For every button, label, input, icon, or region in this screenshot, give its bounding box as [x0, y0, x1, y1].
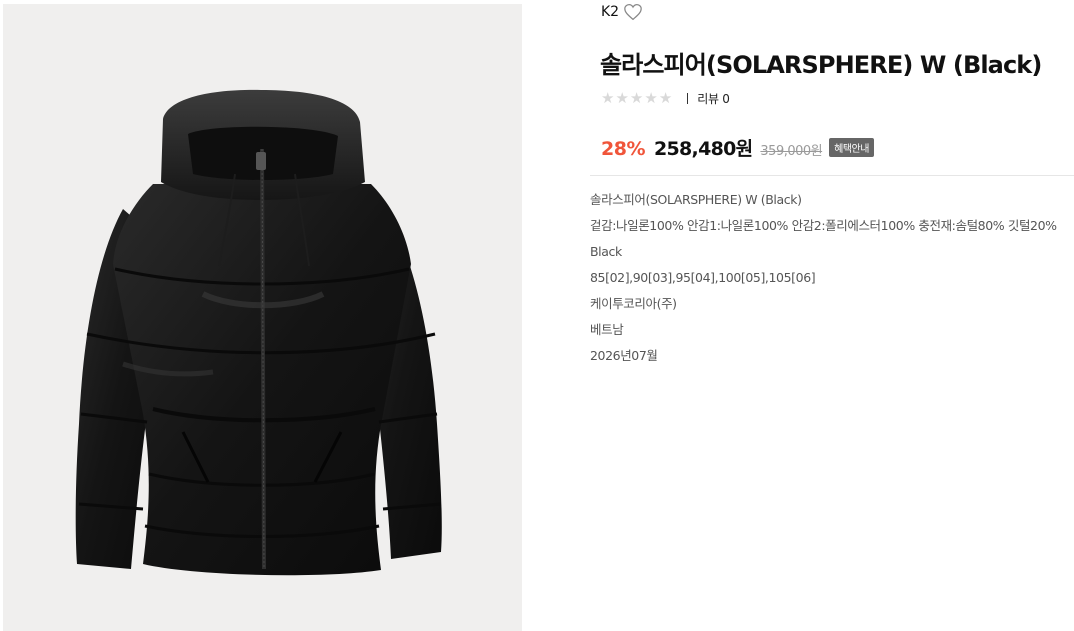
original-price: 359,000원 [760, 144, 823, 159]
star-icon: ★ [629, 89, 644, 107]
spec-material: 겉감:나일론100% 안감1:나일론100% 안감2:폴리에스터100% 충전재… [590, 218, 1057, 233]
sale-price: 258,480원 [653, 138, 753, 160]
discount-rate: 28% [601, 138, 645, 160]
star-icon: ★ [644, 89, 658, 107]
spec-color: Black [590, 244, 622, 259]
heart-outline-icon[interactable] [623, 3, 643, 21]
product-image[interactable] [3, 4, 522, 631]
spec-sizes: 85[02],90[03],95[04],100[05],105[06] [590, 270, 816, 285]
benefit-info-button[interactable]: 혜택안내 [829, 138, 874, 157]
divider [687, 93, 689, 104]
product-detail-page: K2 솔라스피어(SOLARSPHERE) W (Black) ★ ★ ★ ★ … [0, 0, 1074, 631]
jacket-illustration [75, 89, 442, 576]
rating-stars: ★ ★ ★ ★ ★ [601, 91, 672, 106]
star-icon: ★ [658, 89, 673, 107]
spec-origin: 베트남 [590, 322, 624, 337]
brand-row: K2 [601, 3, 643, 21]
spec-product-name: 솔라스피어(SOLARSPHERE) W (Black) [590, 192, 802, 207]
star-icon: ★ [615, 89, 629, 107]
brand-name[interactable]: K2 [601, 4, 619, 20]
price-row: 28% 258,480원 359,000원 혜택안내 [601, 134, 874, 161]
spec-manufacturer: 케이투코리아(주) [590, 296, 677, 311]
rating-row: ★ ★ ★ ★ ★ 리뷰 0 [601, 90, 730, 107]
product-spec-list: 솔라스피어(SOLARSPHERE) W (Black) 겉감:나일론100% … [590, 190, 1057, 372]
review-count-link[interactable]: 리뷰 0 [697, 90, 730, 107]
spec-manufacture-date: 2026년07월 [590, 348, 658, 363]
product-title: 솔라스피어(SOLARSPHERE) W (Black) [600, 51, 1042, 79]
section-divider [590, 175, 1074, 176]
star-icon: ★ [601, 89, 615, 107]
